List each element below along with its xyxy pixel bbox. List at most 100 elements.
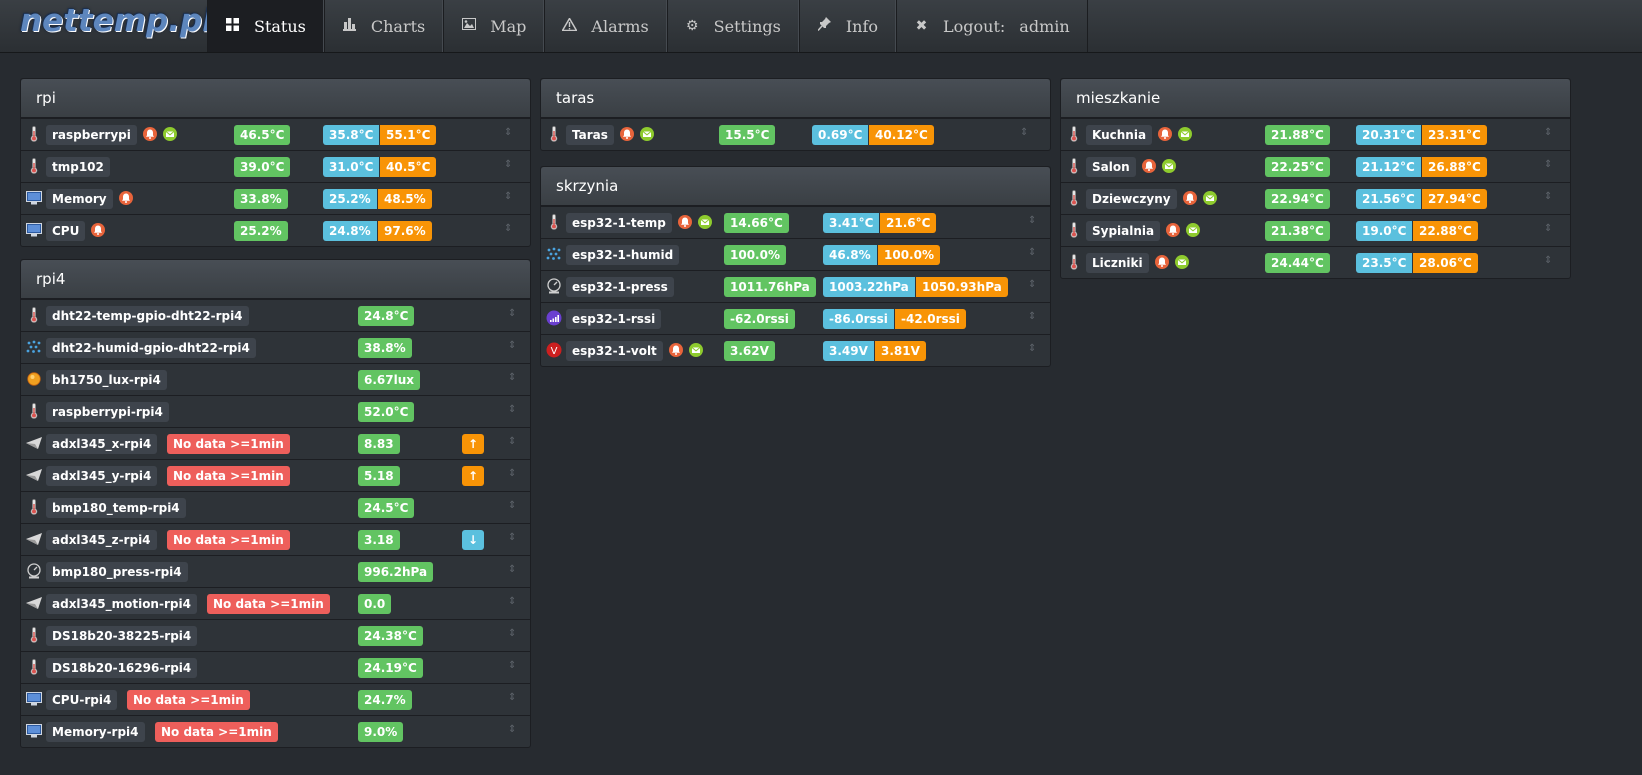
current-value[interactable]: 24.44°C [1265, 253, 1330, 273]
mail-icon[interactable] [1175, 255, 1189, 269]
sensor-name[interactable]: adxl345_motion-rpi4 [46, 594, 197, 614]
sensor-name[interactable]: DS18b20-16296-rpi4 [46, 658, 198, 678]
max-value[interactable]: 1050.93hPa [916, 277, 1008, 297]
min-value[interactable]: 24.8% [323, 221, 377, 241]
sensor-name[interactable]: bh1750_lux-rpi4 [46, 370, 167, 390]
drag-handle-icon[interactable]: ⇕ [508, 309, 516, 319]
sensor-name[interactable]: DS18b20-38225-rpi4 [46, 626, 198, 646]
drag-handle-icon[interactable]: ⇕ [508, 725, 516, 735]
drag-handle-icon[interactable]: ⇕ [1028, 312, 1036, 322]
current-value[interactable]: 25.2% [234, 221, 288, 241]
bell-icon[interactable] [1166, 223, 1180, 237]
bell-icon[interactable] [678, 215, 692, 229]
sensor-name[interactable]: dht22-humid-gpio-dht22-rpi4 [46, 338, 256, 358]
drag-handle-icon[interactable]: ⇕ [508, 469, 516, 479]
sensor-name[interactable]: Sypialnia [1086, 221, 1161, 241]
drag-handle-icon[interactable]: ⇕ [508, 693, 516, 703]
drag-handle-icon[interactable]: ⇕ [508, 533, 516, 543]
current-value[interactable]: 22.94°C [1265, 189, 1330, 209]
current-value[interactable]: 6.67lux [358, 370, 421, 390]
sensor-name[interactable]: esp32-1-temp [566, 213, 672, 233]
drag-handle-icon[interactable]: ⇕ [508, 341, 516, 351]
min-value[interactable]: 31.0°C [323, 157, 380, 177]
sensor-name[interactable]: esp32-1-humid [566, 245, 680, 265]
drag-handle-icon[interactable]: ⇕ [1028, 248, 1036, 258]
bell-icon[interactable] [620, 127, 634, 141]
current-value[interactable]: 24.7% [358, 690, 412, 710]
drag-handle-icon[interactable]: ⇕ [504, 224, 512, 234]
bell-icon[interactable] [1142, 159, 1156, 173]
sensor-name[interactable]: esp32-1-press [566, 277, 674, 297]
sensor-name[interactable]: bmp180_press-rpi4 [46, 562, 188, 582]
sensor-name[interactable]: CPU [46, 221, 86, 241]
mail-icon[interactable] [1178, 127, 1192, 141]
drag-handle-icon[interactable]: ⇕ [1028, 216, 1036, 226]
current-value[interactable]: 33.8% [234, 189, 288, 209]
max-value[interactable]: 27.94°C [1422, 189, 1487, 209]
drag-handle-icon[interactable]: ⇕ [508, 661, 516, 671]
sensor-name[interactable]: raspberrypi-rpi4 [46, 402, 169, 422]
drag-handle-icon[interactable]: ⇕ [1028, 344, 1036, 354]
nav-charts[interactable]: Charts [323, 0, 444, 52]
min-value[interactable]: 3.49V [823, 341, 874, 361]
bell-icon[interactable] [1155, 255, 1169, 269]
sensor-name[interactable]: Memory-rpi4 [46, 722, 145, 742]
drag-handle-icon[interactable]: ⇕ [504, 160, 512, 170]
drag-handle-icon[interactable]: ⇕ [508, 565, 516, 575]
min-value[interactable]: 1003.22hPa [823, 277, 915, 297]
current-value[interactable]: 24.5°C [358, 498, 415, 518]
mail-icon[interactable] [163, 127, 177, 141]
sensor-name[interactable]: raspberrypi [46, 125, 137, 145]
mail-icon[interactable] [698, 215, 712, 229]
max-value[interactable]: 100.0% [878, 245, 940, 265]
min-value[interactable]: 0.69°C [812, 125, 869, 145]
current-value[interactable]: 52.0°C [358, 402, 415, 422]
drag-handle-icon[interactable]: ⇕ [508, 597, 516, 607]
nav-logout[interactable]: ✖ Logout: admin [896, 0, 1088, 52]
bell-icon[interactable] [669, 343, 683, 357]
sensor-name[interactable]: adxl345_y-rpi4 [46, 466, 158, 486]
max-value[interactable]: 48.5% [378, 189, 432, 209]
bell-icon[interactable] [1183, 191, 1197, 205]
max-value[interactable]: 23.31°C [1422, 125, 1487, 145]
max-value[interactable]: 28.06°C [1413, 253, 1478, 273]
sensor-name[interactable]: esp32-1-volt [566, 341, 663, 361]
mail-icon[interactable] [1162, 159, 1176, 173]
drag-handle-icon[interactable]: ⇕ [508, 405, 516, 415]
bell-icon[interactable] [91, 223, 105, 237]
sensor-name[interactable]: Taras [566, 125, 614, 145]
current-value[interactable]: 46.5°C [234, 125, 291, 145]
current-value[interactable]: 14.66°C [724, 213, 789, 233]
mail-icon[interactable] [1203, 191, 1217, 205]
min-value[interactable]: 35.8°C [323, 125, 380, 145]
max-value[interactable]: 55.1°C [380, 125, 437, 145]
current-value[interactable]: -62.0rssi [724, 309, 795, 329]
min-value[interactable]: -86.0rssi [823, 309, 894, 329]
current-value[interactable]: 996.2hPa [358, 562, 434, 582]
sensor-name[interactable]: Kuchnia [1086, 125, 1153, 145]
sensor-name[interactable]: esp32-1-rssi [566, 309, 662, 329]
current-value[interactable]: 3.18 [358, 530, 400, 550]
bell-icon[interactable] [143, 127, 157, 141]
current-value[interactable]: 21.38°C [1265, 221, 1330, 241]
current-value[interactable]: 24.19°C [358, 658, 423, 678]
max-value[interactable]: 26.88°C [1422, 157, 1487, 177]
min-value[interactable]: 3.41°C [823, 213, 880, 233]
current-value[interactable]: 9.0% [358, 722, 404, 742]
min-value[interactable]: 46.8% [823, 245, 877, 265]
max-value[interactable]: 40.12°C [869, 125, 934, 145]
max-value[interactable]: 3.81V [875, 341, 926, 361]
sensor-name[interactable]: Memory [46, 189, 113, 209]
current-value[interactable]: 8.83 [358, 434, 400, 454]
drag-handle-icon[interactable]: ⇕ [508, 373, 516, 383]
current-value[interactable]: 24.8°C [358, 306, 415, 326]
current-value[interactable]: 15.5°C [719, 125, 776, 145]
drag-handle-icon[interactable]: ⇕ [508, 629, 516, 639]
sensor-name[interactable]: Dziewczyny [1086, 189, 1177, 209]
nav-status[interactable]: Status [207, 0, 324, 52]
min-value[interactable]: 19.0°C [1356, 221, 1413, 241]
drag-handle-icon[interactable]: ⇕ [504, 128, 512, 138]
current-value[interactable]: 24.38°C [358, 626, 423, 646]
drag-handle-icon[interactable]: ⇕ [504, 192, 512, 202]
sensor-name[interactable]: adxl345_z-rpi4 [46, 530, 157, 550]
